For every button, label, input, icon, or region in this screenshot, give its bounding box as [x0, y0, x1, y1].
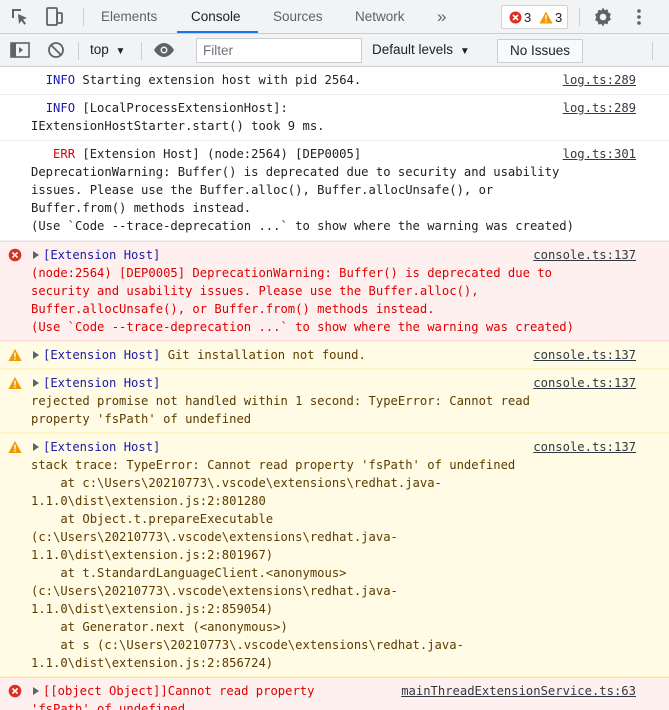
message-line: at Generator.next (<anonymous>): [31, 620, 288, 634]
message-line: ERR [Extension Host] (node:2564) [DEP000…: [53, 147, 362, 161]
message-line: at t.StandardLanguageClient.<anonymous>: [31, 566, 347, 580]
context-selector[interactable]: top ▼: [90, 42, 125, 57]
clear-console-icon[interactable]: [44, 38, 68, 62]
message-header: [Extension Host] Git installation not fo…: [43, 346, 366, 364]
message-line: property 'fsPath' of undefined: [31, 412, 252, 426]
message-line: 'fsPath' of undefined: [31, 702, 186, 710]
warning-message: console.ts:137 [Extension Host] rejected p…: [0, 369, 669, 433]
filter-input[interactable]: [196, 38, 362, 63]
warning-count: 3: [555, 10, 563, 25]
message-header: [Extension Host]: [43, 438, 160, 456]
sidebar-toggle-icon[interactable]: [8, 38, 32, 62]
message-line: (c:\Users\20210773\.vscode\extensions\re…: [31, 584, 398, 598]
toolbar-divider: [78, 42, 79, 60]
error-icon: [8, 248, 22, 262]
tab-sources[interactable]: Sources: [273, 0, 323, 34]
error-message: console.ts:137 [Extension Host] (node:2564…: [0, 241, 669, 341]
message-line: INFO Starting extension host with pid 25…: [45, 73, 362, 87]
inspect-element-icon[interactable]: [8, 5, 32, 29]
context-selector-value: top: [90, 42, 109, 57]
source-link[interactable]: log.ts:289: [563, 71, 636, 89]
source-link[interactable]: console.ts:137: [533, 374, 636, 392]
issues-counter[interactable]: 3 3: [501, 5, 568, 29]
toolbar-divider: [579, 8, 580, 26]
toolbar-divider: [141, 42, 142, 60]
message-prefix: [Extension Host]: [43, 440, 161, 454]
expand-triangle-icon[interactable]: [33, 379, 39, 387]
kebab-menu-icon[interactable]: [627, 5, 651, 29]
message-header: [Extension Host]: [43, 374, 160, 392]
message-line: at c:\Users\20210773\.vscode\extensions\…: [31, 476, 442, 490]
message-text: Git installation not found.: [160, 348, 366, 362]
chevron-down-icon: ▼: [115, 46, 126, 57]
log-message: log.ts:289 INFO Starting extension host …: [0, 67, 669, 95]
device-toolbar-icon[interactable]: [42, 5, 66, 29]
error-message: mainThreadExtensionService.ts:63 [[object…: [0, 677, 669, 710]
source-link[interactable]: log.ts:301: [563, 145, 636, 163]
source-link[interactable]: log.ts:289: [563, 99, 636, 117]
message-line: (Use `Code --trace-deprecation ...` to s…: [31, 219, 574, 233]
message-line: (c:\Users\20210773\.vscode\extensions\re…: [31, 530, 398, 544]
message-line: Buffer.allocUnsafe(), or Buffer.from() m…: [31, 302, 435, 316]
tab-network[interactable]: Network: [355, 0, 405, 34]
warning-icon: [8, 348, 22, 362]
expand-triangle-icon[interactable]: [33, 351, 39, 359]
message-line: INFO [LocalProcessExtensionHost]:: [45, 101, 288, 115]
toolbar-divider: [83, 8, 84, 26]
source-link[interactable]: console.ts:137: [533, 346, 636, 364]
message-header: [Extension Host]: [43, 246, 160, 264]
message-line: at Object.t.prepareExecutable: [31, 512, 274, 526]
log-message: log.ts:301 ERR [Extension Host] (node:25…: [0, 141, 669, 241]
message-line: 1.1.0\dist\extension.js:2:856724): [31, 656, 274, 670]
console-toolbar: top ▼ Default levels ▼ No Issues: [0, 34, 669, 67]
source-link[interactable]: console.ts:137: [533, 246, 636, 264]
warning-icon: [8, 440, 22, 454]
warning-message: console.ts:137 [Extension Host] Git insta…: [0, 341, 669, 369]
log-levels-value: Default levels: [372, 42, 454, 57]
message-line: stack trace: TypeError: Cannot read prop…: [31, 458, 516, 472]
expand-triangle-icon[interactable]: [33, 687, 39, 695]
warning-icon: [8, 376, 22, 390]
source-link[interactable]: console.ts:137: [533, 438, 636, 456]
console-messages: log.ts:289 INFO Starting extension host …: [0, 67, 669, 710]
message-prefix: [Extension Host]: [43, 376, 161, 390]
message-line: Buffer.from() methods instead.: [31, 201, 252, 215]
warning-message: console.ts:137 [Extension Host] stack trac…: [0, 433, 669, 677]
warning-count-icon: [539, 11, 553, 24]
log-levels-dropdown[interactable]: Default levels ▼: [372, 42, 470, 57]
devtools-tabbar: Elements Console Sources Network » 3 3: [0, 0, 669, 34]
message-line: issues. Please use the Buffer.alloc(), B…: [31, 183, 494, 197]
message-line: DeprecationWarning: Buffer() is deprecat…: [31, 165, 560, 179]
chevron-down-icon: ▼: [459, 46, 470, 57]
active-tab-indicator: [177, 31, 258, 33]
log-message: log.ts:289 INFO [LocalProcessExtensionHo…: [0, 95, 669, 141]
expand-triangle-icon[interactable]: [33, 251, 39, 259]
error-icon: [8, 684, 22, 698]
message-line: 1.1.0\dist\extension.js:2:801280: [31, 494, 266, 508]
message-header: [[object Object]]Cannot read property: [43, 682, 315, 700]
message-line: (Use `Code --trace-deprecation ...` to s…: [31, 320, 574, 334]
error-count: 3: [524, 10, 532, 25]
settings-gear-icon[interactable]: [591, 5, 615, 29]
toolbar-divider: [652, 42, 653, 60]
message-line: rejected promise not handled within 1 se…: [31, 394, 530, 408]
live-expression-eye-icon[interactable]: [152, 38, 176, 62]
message-text: [[object Object]]Cannot read property: [43, 684, 315, 698]
message-line: security and usability issues. Please us…: [31, 284, 479, 298]
message-prefix: [Extension Host]: [43, 248, 161, 262]
message-line: 1.1.0\dist\extension.js:2:801967): [31, 548, 274, 562]
message-line: (node:2564) [DEP0005] DeprecationWarning…: [31, 266, 552, 280]
issues-button[interactable]: No Issues: [497, 39, 583, 63]
message-line: 1.1.0\dist\extension.js:2:859054): [31, 602, 274, 616]
tab-elements[interactable]: Elements: [101, 0, 157, 34]
more-tabs-button[interactable]: »: [437, 0, 446, 34]
error-count-icon: [509, 11, 522, 24]
expand-triangle-icon[interactable]: [33, 443, 39, 451]
message-prefix: [Extension Host]: [43, 348, 161, 362]
source-link[interactable]: mainThreadExtensionService.ts:63: [401, 682, 636, 700]
message-line: at s (c:\Users\20210773\.vscode\extensio…: [31, 638, 464, 652]
tab-console[interactable]: Console: [191, 0, 241, 34]
message-line: IExtensionHostStarter.start() took 9 ms.: [31, 119, 325, 133]
